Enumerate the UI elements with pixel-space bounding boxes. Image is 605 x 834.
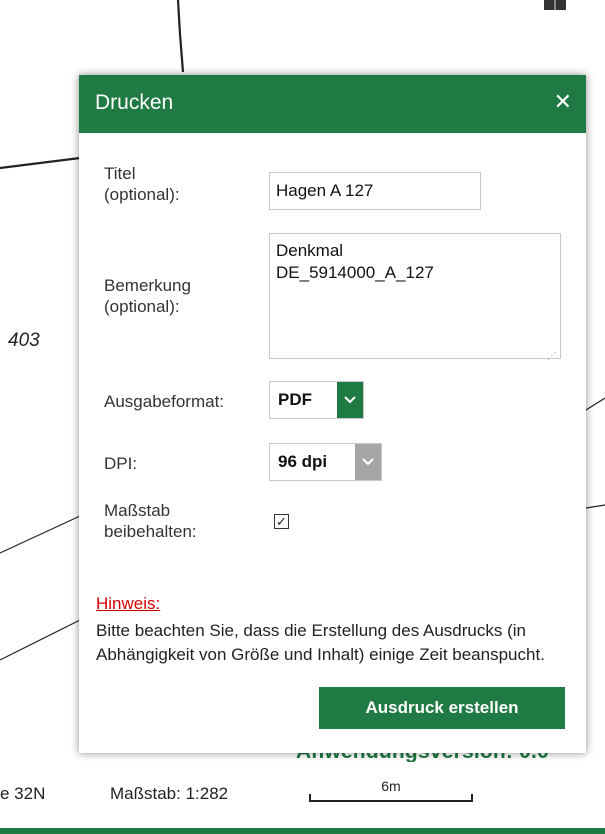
hint-text: Bitte beachten Sie, dass die Erstellung … [96, 621, 545, 664]
dialog-header[interactable]: Drucken ✕ [79, 75, 586, 133]
chevron-down-icon[interactable] [337, 382, 363, 418]
footer-accent-bar [0, 828, 605, 834]
create-printout-button[interactable]: Ausdruck erstellen [319, 687, 565, 729]
projection-label: e 32N [0, 784, 46, 803]
map-parcel-line [0, 515, 81, 554]
scale-bar-tick [309, 794, 311, 802]
keep-scale-label-line-2: beibehalten: [104, 522, 197, 541]
format-select[interactable]: PDF [269, 381, 364, 419]
status-bar: e 32N Maßstab: 1:282 6m [0, 762, 605, 828]
dpi-select[interactable]: 96 dpi [269, 443, 382, 481]
scale-label: Maßstab: 1:282 [110, 784, 229, 803]
dpi-label: DPI: [104, 454, 138, 473]
close-icon[interactable]: ✕ [554, 89, 572, 115]
hint-title: Hinweis: [96, 594, 161, 613]
title-label: Titel (optional): [104, 163, 180, 205]
map-parcel-label: 403 [8, 330, 40, 351]
title-input[interactable] [269, 172, 481, 210]
keep-scale-label: Maßstab beibehalten: [104, 500, 197, 542]
remark-label-line-2: (optional): [104, 297, 180, 316]
format-label: Ausgabeformat: [104, 392, 225, 411]
dialog-title: Drucken [95, 91, 174, 114]
map-parcel-line [585, 504, 605, 509]
map-parcel-line [0, 619, 81, 661]
map-road-line [0, 156, 81, 170]
remark-label: Bemerkung (optional): [104, 275, 191, 317]
print-dialog: Drucken ✕ Titel (optional): Bemerkung (o… [79, 75, 586, 753]
scale-bar-tick [471, 794, 473, 802]
format-select-value: PDF [278, 390, 312, 409]
dpi-select-value: 96 dpi [278, 452, 328, 471]
map-corner-marker [544, 0, 566, 10]
title-label-line-1: Titel [104, 164, 136, 183]
scale-bar: 6m [309, 778, 473, 804]
scale-bar-line [309, 800, 473, 802]
remark-textarea[interactable] [269, 233, 561, 359]
resize-grip-icon[interactable]: ⋰ [547, 351, 557, 362]
map-parcel-line [585, 397, 605, 411]
keep-scale-checkbox[interactable]: ✓ [274, 514, 289, 529]
map-road-line [176, 0, 185, 73]
chevron-down-icon[interactable] [355, 444, 381, 480]
title-label-line-2: (optional): [104, 185, 180, 204]
scale-bar-label: 6m [381, 778, 401, 794]
keep-scale-label-line-1: Maßstab [104, 501, 171, 520]
remark-label-line-1: Bemerkung [104, 276, 191, 295]
